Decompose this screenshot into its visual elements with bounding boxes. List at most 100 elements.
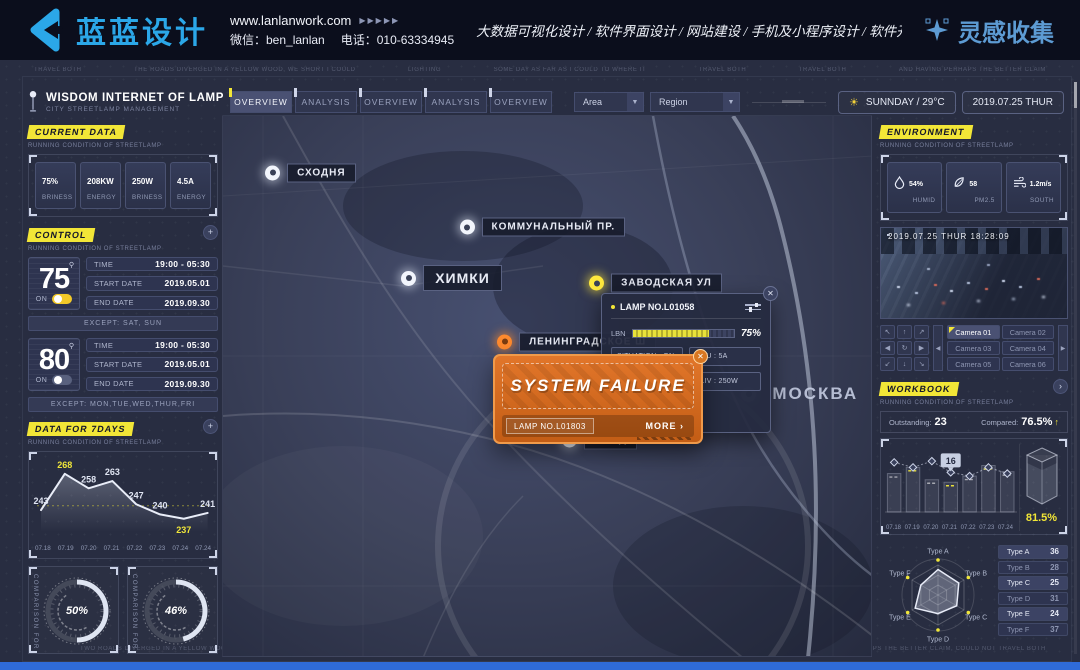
type-list-row[interactable]: Type B28 [998, 561, 1068, 575]
tab-analysis-2[interactable]: ANALYSIS [425, 91, 487, 113]
stat-unit: KW [100, 177, 113, 186]
pan-down-left-icon[interactable]: ↙ [880, 357, 895, 371]
type-value: 25 [1050, 578, 1059, 587]
tab-overview-2[interactable]: OVERVIEW [360, 91, 422, 113]
pan-down-icon[interactable]: ↓ [897, 357, 912, 371]
pan-left-icon[interactable]: ◀ [880, 341, 895, 355]
pan-up-right-icon[interactable]: ↗ [914, 325, 929, 339]
stat-label: ENERGY [177, 194, 208, 201]
close-icon[interactable]: ✕ [693, 349, 708, 364]
expand-chart-button[interactable]: + [203, 419, 218, 434]
axis-tick-label: 07.19 [58, 545, 74, 552]
end-date-row[interactable]: END DATE 2019.09.30 [86, 377, 218, 391]
region-select[interactable]: Region ▼ [650, 92, 740, 112]
camera-button[interactable]: Camera 02 [1002, 325, 1055, 339]
bulb-icon: ⚲ [69, 261, 74, 269]
axis-tick-label: 07.22 [961, 525, 976, 531]
axis-tick-label: 07.21 [104, 545, 120, 552]
axis-tick-label: 07.20 [923, 525, 938, 531]
camera-button[interactable]: Camera 01 [947, 325, 1000, 339]
start-date-label: START DATE [94, 279, 142, 288]
city-map[interactable]: ✕ LAMP NO.L01058 LBN 75% SITUATION : ON … [222, 115, 872, 657]
reset-view-icon[interactable]: ↻ [897, 341, 912, 355]
tab-overview-3[interactable]: OVERVIEW [490, 91, 552, 113]
tab-analysis-1[interactable]: ANALYSIS [295, 91, 357, 113]
scrollbar[interactable] [1074, 82, 1077, 654]
axis-tick-label: 07.22 [127, 545, 143, 552]
svg-text:Type B: Type B [965, 571, 987, 578]
tab-overview-1[interactable]: OVERVIEW [230, 91, 292, 113]
svg-text:268: 268 [57, 460, 72, 470]
alert-title: SYSTEM FAILURE [510, 376, 685, 396]
time-value: 19:00 - 05:30 [155, 259, 210, 269]
status-dot-icon [611, 305, 615, 309]
brightness-progressbar[interactable] [632, 329, 735, 338]
lamp-pin-icon[interactable] [497, 334, 512, 349]
pan-up-icon[interactable]: ↑ [897, 325, 912, 339]
type-value: 24 [1050, 609, 1059, 618]
time-row[interactable]: TIME 19:00 - 05:30 [86, 257, 218, 271]
pan-up-left-icon[interactable]: ↖ [880, 325, 895, 339]
inspiration-collect[interactable]: 灵感收集 [924, 13, 1054, 48]
workbook-more-button[interactable]: › [1053, 379, 1068, 394]
droplet-icon [894, 176, 905, 189]
camera-feed[interactable]: 2019.07.25 THUR 18:28:09 [880, 227, 1068, 319]
lamp-pin-icon[interactable] [460, 220, 475, 235]
camera-next-icon[interactable]: ▶ [1058, 325, 1068, 371]
scrollbar-thumb[interactable] [1074, 82, 1077, 108]
camera-button[interactable]: Camera 03 [947, 341, 1000, 355]
start-date-row[interactable]: START DATE 2019.05.01 [86, 276, 218, 290]
power-toggle[interactable] [52, 294, 72, 304]
lamp-pin-icon[interactable] [265, 165, 280, 180]
brand-contact: www.lanlanwork.com ▶▶▶▶▶ 微信：ben_lanlan 电… [230, 13, 454, 48]
add-schedule-button[interactable]: + [203, 225, 218, 240]
pan-down-right-icon[interactable]: ↘ [914, 357, 929, 371]
type-list-row[interactable]: Type D31 [998, 592, 1068, 606]
type-list: Type A36 Type B28Type C25 Type D31Type E24… [998, 543, 1068, 647]
start-date-row[interactable]: START DATE 2019.05.01 [86, 357, 218, 371]
arrow-up-icon: ↑ [1055, 417, 1060, 427]
camera-button[interactable]: Camera 06 [1002, 357, 1055, 371]
svg-text:241: 241 [200, 499, 215, 509]
area-select[interactable]: Area ▼ [574, 92, 644, 112]
decor-text: THE ROADS DIVERGED IN A YELLOW WOOD, WE … [134, 67, 356, 73]
week-axis-labels: 07.1807.1907.2007.2107.2207.2307.2407.24 [31, 543, 215, 555]
lamp-pin-icon[interactable] [589, 276, 604, 291]
camera-controls: ↖ ↑ ↗ ◀ ↻ ▶ ↙ ↓ ↘ ◀ Camera 01Camera 02Ca… [880, 325, 1068, 371]
gauge-value: 46% [139, 574, 213, 648]
camera-prev-icon[interactable]: ◀ [933, 325, 943, 371]
type-list-row[interactable]: Type E24 [998, 607, 1068, 621]
sliders-icon[interactable] [745, 304, 761, 310]
map-label[interactable]: КОММУНАЛЬНЫЙ ПР. [460, 218, 626, 237]
lamp-pin-icon[interactable] [401, 271, 416, 286]
chevron-down-icon[interactable]: ▼ [723, 93, 739, 111]
stat-card: 4.5A ENERGY [170, 162, 211, 209]
map-label[interactable]: СХОДНЯ [265, 163, 355, 182]
dashboard: TRAVEL BOTHTHE ROADS DIVERGED IN A YELLO… [0, 60, 1080, 670]
type-list-row[interactable]: Type A36 [998, 545, 1068, 559]
brightness-value: 75 [39, 265, 69, 294]
time-row[interactable]: TIME 19:00 - 05:30 [86, 338, 218, 352]
weather-text: SUNNDAY / 29°C [866, 97, 945, 108]
chevron-down-icon[interactable]: ▼ [627, 93, 643, 111]
axis-tick-label: 07.23 [979, 525, 994, 531]
brand-website[interactable]: www.lanlanwork.com [230, 13, 351, 28]
workbook-chart: 16 07.1807.1907.2007.2107.2207.2307.24 8… [880, 438, 1068, 535]
more-button[interactable]: MORE › [646, 421, 691, 431]
close-icon[interactable]: ✕ [763, 286, 778, 301]
cube-icon [1024, 444, 1060, 510]
svg-text:258: 258 [81, 474, 96, 484]
power-toggle[interactable] [52, 375, 72, 385]
map-label[interactable]: ХИМКИ [401, 265, 502, 291]
stat-value: 250 [132, 177, 145, 186]
type-list-row[interactable]: Type F37 [998, 623, 1068, 637]
type-list-row[interactable]: Type C25 [998, 576, 1068, 590]
pan-right-icon[interactable]: ▶ [914, 341, 929, 355]
map-label[interactable]: ЗАВОДСКАЯ УЛ [589, 274, 722, 293]
camera-button[interactable]: Camera 05 [947, 357, 1000, 371]
time-label: TIME [94, 260, 113, 269]
camera-button[interactable]: Camera 04 [1002, 341, 1055, 355]
pm25-card: 58 PM2.5 [946, 162, 1001, 213]
end-date-row[interactable]: END DATE 2019.09.30 [86, 296, 218, 310]
type-label: Type B [1007, 563, 1030, 572]
